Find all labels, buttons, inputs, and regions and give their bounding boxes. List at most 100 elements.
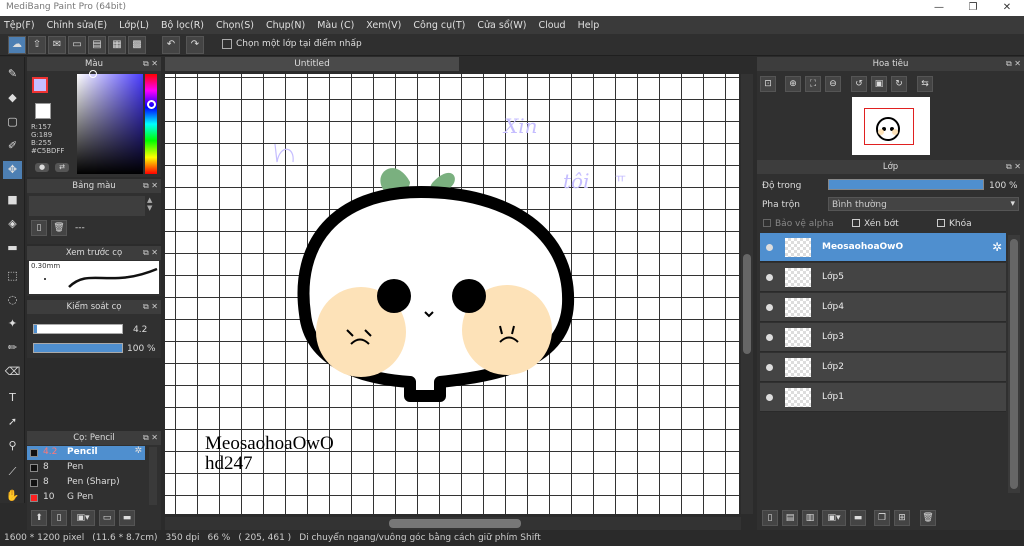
navigator-preview[interactable] (852, 97, 930, 155)
color-mode-icon[interactable]: ● (35, 163, 49, 172)
secondary-color-swatch[interactable] (35, 103, 51, 119)
brush-folder-icon[interactable]: ▬ (119, 510, 135, 526)
layer-row[interactable]: MeosaohoaOwO ✲ (760, 233, 1006, 262)
undo-icon[interactable]: ↶ (162, 36, 180, 54)
panel-close-icon[interactable]: ⧉ ✕ (143, 246, 158, 260)
shape-tool-icon[interactable]: ■ (3, 191, 22, 209)
brush-item[interactable]: 4.2 Pencil ✲ (27, 446, 145, 460)
panel-close-icon[interactable]: ⧉ ✕ (1006, 160, 1021, 174)
color-picker-square[interactable] (77, 74, 143, 174)
color-picker-handle[interactable] (89, 70, 97, 78)
select-layer-checkbox[interactable] (222, 39, 232, 49)
layer-settings-icon[interactable]: ✲ (992, 240, 1002, 254)
panel-close-icon[interactable]: ⧉ ✕ (143, 179, 158, 193)
layer-folder-icon[interactable]: ▬ (850, 510, 866, 526)
panel-close-icon[interactable]: ⧉ ✕ (143, 300, 158, 314)
select-pen-icon[interactable]: ✏ (3, 339, 22, 357)
maximize-icon[interactable]: ❐ (956, 0, 990, 16)
hand-tool-icon[interactable]: ✋ (3, 487, 22, 505)
layer-row[interactable]: Lớp4 (760, 293, 1006, 322)
canvas-horizontal-scrollbar[interactable] (165, 517, 741, 530)
color-swap-icon[interactable]: ⇄ (55, 163, 69, 172)
grid-icon[interactable]: ▩ (128, 36, 146, 54)
brush-list-scrollbar[interactable] (149, 447, 157, 505)
lock-checkbox[interactable] (937, 219, 945, 227)
menu-select[interactable]: Chọn(S) (216, 20, 254, 31)
current-color-swatch[interactable] (32, 77, 48, 93)
upload-icon[interactable]: ⇧ (28, 36, 46, 54)
rotate-left-icon[interactable]: ↺ (851, 76, 867, 92)
brush-opacity-slider[interactable] (33, 343, 123, 353)
menu-cloud[interactable]: Cloud (538, 20, 565, 31)
menu-color[interactable]: Màu (C) (317, 20, 354, 31)
clipping-checkbox[interactable] (852, 219, 860, 227)
eraser-tool-icon[interactable]: ◆ (3, 89, 22, 107)
comment-icon[interactable]: ✉ (48, 36, 66, 54)
palette-area[interactable] (29, 196, 145, 216)
select-rect-icon[interactable]: ⬚ (3, 267, 22, 285)
zoom-fit-icon[interactable]: ⊡ (760, 76, 776, 92)
menu-tools[interactable]: Công cụ(T) (413, 20, 465, 31)
document-icon[interactable]: ▤ (88, 36, 106, 54)
eye-icon[interactable] (766, 304, 773, 311)
blend-mode-select[interactable]: Bình thường ▾ (828, 197, 1019, 211)
panel-close-icon[interactable]: ⧉ ✕ (143, 431, 158, 445)
layer-row[interactable]: Lớp1 (760, 383, 1006, 412)
vertical-scroll-thumb[interactable] (743, 254, 751, 354)
brush-menu-icon[interactable]: ▣▾ (71, 510, 95, 526)
magic-wand-icon[interactable]: ✦ (3, 315, 22, 333)
brush-settings-icon[interactable]: ✲ (134, 446, 142, 456)
layer-scroll-thumb[interactable] (1010, 239, 1018, 489)
layout-icon[interactable]: ▦ (108, 36, 126, 54)
menu-snap[interactable]: Chụp(N) (266, 20, 305, 31)
horizontal-scroll-thumb[interactable] (389, 519, 521, 528)
text-tool-icon[interactable]: T (3, 389, 22, 407)
layer-row[interactable]: Lớp5 (760, 263, 1006, 292)
move-tool-icon[interactable]: ✥ (3, 161, 22, 179)
zoom-in-icon[interactable]: ⊕ (785, 76, 801, 92)
lasso-icon[interactable]: ◌ (3, 291, 22, 309)
protect-alpha-checkbox[interactable] (763, 219, 771, 227)
close-icon[interactable]: ✕ (990, 0, 1024, 16)
divide-tool-icon[interactable]: ⟋ (3, 463, 22, 481)
layer-opacity-slider[interactable] (828, 179, 984, 190)
brush-item[interactable]: 8 Pen (27, 461, 145, 475)
menu-help[interactable]: Help (578, 20, 600, 31)
message-icon[interactable]: ▭ (68, 36, 86, 54)
new-palette-icon[interactable]: ▯ (31, 220, 47, 236)
menu-layer[interactable]: Lớp(L) (119, 20, 149, 31)
new-layer-icon[interactable]: ▯ (762, 510, 778, 526)
drawing-canvas[interactable]: Xin tôi ㅠ MeosaohoaOwO hd247 (165, 74, 739, 514)
brush-tool-icon[interactable]: ✎ (3, 65, 22, 83)
eye-icon[interactable] (766, 244, 773, 251)
layer-row[interactable]: Lớp3 (760, 323, 1006, 352)
flip-icon[interactable]: ⇆ (917, 76, 933, 92)
eyedropper-icon[interactable]: ⚲ (3, 437, 22, 455)
rotate-right-icon[interactable]: ↻ (891, 76, 907, 92)
menu-edit[interactable]: Chỉnh sửa(E) (47, 20, 108, 31)
brush-item[interactable]: 8 Pen (Sharp) (27, 476, 145, 490)
eye-icon[interactable] (766, 364, 773, 371)
delete-brush-icon[interactable]: ▭ (99, 510, 115, 526)
redo-icon[interactable]: ↷ (186, 36, 204, 54)
dot-tool-icon[interactable]: ▢ (3, 113, 22, 131)
menu-file[interactable]: Tệp(F) (4, 20, 35, 31)
menu-filter[interactable]: Bộ lọc(R) (161, 20, 204, 31)
gradient-tool-icon[interactable]: ▬ (3, 239, 22, 257)
hue-slider[interactable] (145, 74, 157, 174)
new-brush-icon[interactable]: ▯ (51, 510, 67, 526)
fill-tool-icon[interactable]: ◈ (3, 215, 22, 233)
new-8bit-layer-icon[interactable]: ▥ (802, 510, 818, 526)
eye-icon[interactable] (766, 394, 773, 401)
eye-icon[interactable] (766, 334, 773, 341)
panel-close-icon[interactable]: ⧉ ✕ (1006, 57, 1021, 71)
layer-list-scrollbar[interactable] (1008, 235, 1020, 493)
minimize-icon[interactable]: — (922, 0, 956, 16)
menu-view[interactable]: Xem(V) (366, 20, 401, 31)
zoom-out-icon[interactable]: ⊖ (825, 76, 841, 92)
new-color-layer-icon[interactable]: ▤ (782, 510, 798, 526)
merge-layer-icon[interactable]: ⊞ (894, 510, 910, 526)
hue-handle[interactable] (147, 100, 156, 109)
fit-window-icon[interactable]: ⛶ (805, 76, 821, 92)
delete-palette-icon[interactable]: 🗑 (51, 220, 67, 236)
